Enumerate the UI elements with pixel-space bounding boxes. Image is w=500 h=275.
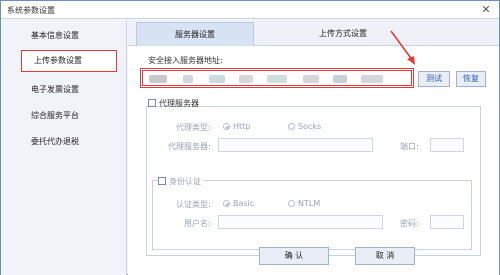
auth-type-label: 认证类型: <box>176 200 211 209</box>
proxy-checkbox-label: 代理服务器 <box>159 99 199 108</box>
redacted-block <box>303 75 319 83</box>
restore-button[interactable]: 恢复 <box>456 71 486 87</box>
confirm-button[interactable]: 确 认 <box>259 247 329 265</box>
test-button[interactable]: 测试 <box>418 71 450 87</box>
sidebar-item-basic-info[interactable]: 基本信息设置 <box>1 24 127 48</box>
proxy-type-label: 代理类型: <box>176 123 211 132</box>
port-field[interactable] <box>430 138 464 152</box>
title-bar: 系统参数设置 ✕ <box>1 1 499 19</box>
auth-checkbox-label: 身份认证 <box>169 177 201 186</box>
proxy-type-socks[interactable]: Socks <box>288 122 321 131</box>
radio-label: NTLM <box>298 199 321 208</box>
radio-label: Basic <box>233 199 255 208</box>
proxy-checkbox[interactable] <box>148 99 156 107</box>
settings-window: 系统参数设置 ✕ 基本信息设置 上传参数设置 电子发票设置 综合服务平台 委托代… <box>0 0 500 275</box>
sidebar: 基本信息设置 上传参数设置 电子发票设置 综合服务平台 委托代办退税 <box>1 20 127 275</box>
close-icon[interactable]: ✕ <box>479 3 493 17</box>
radio-label: Socks <box>298 122 322 131</box>
redacted-block <box>209 75 225 83</box>
auth-checkbox-row[interactable]: 身份认证 <box>158 176 203 187</box>
radio-icon <box>288 123 295 130</box>
radio-icon <box>223 200 230 207</box>
window-title: 系统参数设置 <box>7 6 55 15</box>
tab-upload-method[interactable]: 上传方式设置 <box>278 22 408 46</box>
radio-label: Http <box>233 122 251 131</box>
sidebar-item-tax-refund[interactable]: 委托代办退税 <box>1 130 127 154</box>
tab-bar: 服务器设置 上传方式设置 <box>128 20 499 46</box>
redacted-block <box>239 75 253 83</box>
cancel-button[interactable]: 取 消 <box>355 247 415 265</box>
radio-icon <box>223 123 230 130</box>
password-label: 密码: <box>400 219 419 228</box>
auth-type-basic[interactable]: Basic <box>223 199 254 208</box>
proxy-server-label: 代理服务器: <box>168 142 211 151</box>
username-label: 用户名: <box>184 219 211 228</box>
server-address-field[interactable] <box>140 68 414 88</box>
sidebar-item-service-platform[interactable]: 综合服务平台 <box>1 104 127 128</box>
redacted-block <box>149 75 167 83</box>
redacted-block <box>333 75 347 83</box>
proxy-server-field[interactable] <box>218 138 373 152</box>
proxy-checkbox-row[interactable]: 代理服务器 <box>148 98 199 109</box>
proxy-type-http[interactable]: Http <box>223 122 250 131</box>
redacted-block <box>267 75 287 83</box>
redacted-block <box>183 75 193 83</box>
sidebar-item-upload-params[interactable]: 上传参数设置 <box>21 50 117 72</box>
radio-icon <box>288 200 295 207</box>
sidebar-item-e-invoice[interactable]: 电子发票设置 <box>1 78 127 102</box>
port-label: 端口: <box>400 142 419 151</box>
auth-checkbox[interactable] <box>158 177 166 185</box>
password-field[interactable] <box>430 215 464 229</box>
content-panel: 服务器设置 上传方式设置 安全接入服务器地址: 测试 恢复 代理服务器 代理类型… <box>128 20 499 275</box>
redacted-block <box>361 75 383 83</box>
server-address-label: 安全接入服务器地址: <box>148 56 223 65</box>
auth-type-ntlm[interactable]: NTLM <box>288 199 320 208</box>
username-field[interactable] <box>218 215 383 229</box>
tab-server-settings[interactable]: 服务器设置 <box>136 22 254 46</box>
